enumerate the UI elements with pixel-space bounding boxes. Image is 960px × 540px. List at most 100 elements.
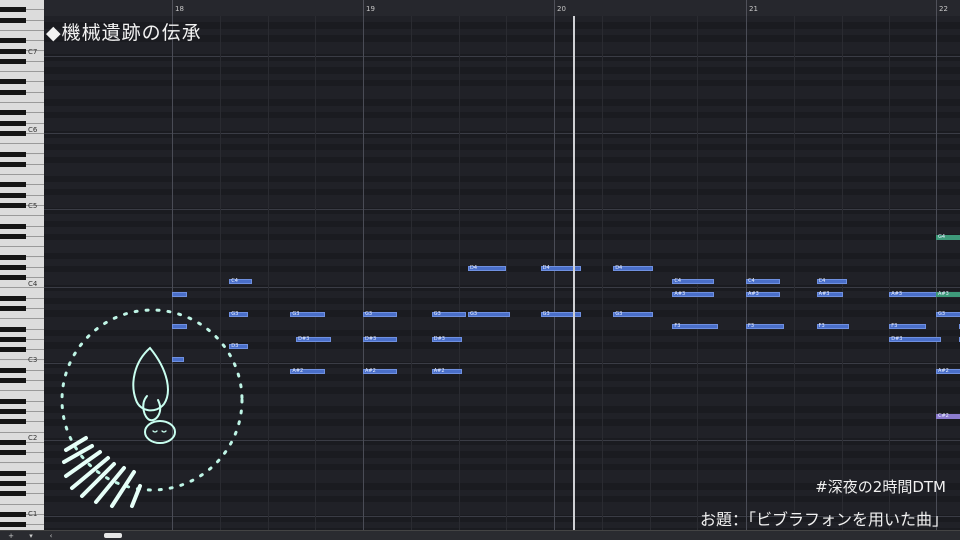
bar-number: 20 <box>557 5 566 13</box>
black-key[interactable] <box>0 38 26 44</box>
black-key[interactable] <box>0 409 26 414</box>
note-label: C4 <box>748 278 755 284</box>
black-key[interactable] <box>0 378 26 384</box>
octave-gridline <box>44 56 960 57</box>
note-label: F3 <box>748 323 755 329</box>
beat-gridline <box>793 16 795 530</box>
beat-gridline <box>458 16 460 530</box>
black-key[interactable] <box>0 481 26 487</box>
note-label: D#3 <box>433 336 445 342</box>
bar-gridline <box>936 16 937 530</box>
theme-caption: お題：「ビブラフォンを用いた曲」 <box>699 510 948 529</box>
bar-number: 22 <box>939 5 948 13</box>
note-label: A#3 <box>748 291 759 297</box>
black-key[interactable] <box>0 17 26 23</box>
black-key[interactable] <box>0 295 26 301</box>
black-key[interactable] <box>0 110 26 116</box>
bar-ruler[interactable]: 18 19 20 21 22 <box>44 0 960 17</box>
black-key[interactable] <box>0 512 26 517</box>
black-key[interactable] <box>0 336 26 342</box>
octave-label: C2 <box>28 434 38 442</box>
bar-tick <box>172 0 173 16</box>
bar-number: 19 <box>366 5 375 13</box>
scroll-left-button[interactable]: ‹ <box>46 532 56 540</box>
note-label: A#3 <box>674 291 686 297</box>
horizontal-scrollbar-thumb[interactable] <box>104 533 122 538</box>
black-key[interactable] <box>0 203 26 208</box>
octave-label: C7 <box>28 48 38 56</box>
note-label: C4 <box>674 278 682 284</box>
black-key[interactable] <box>0 367 26 373</box>
zoom-in-button[interactable]: + <box>6 532 16 540</box>
note-label: D#3 <box>891 336 903 342</box>
note-label: G3 <box>938 311 946 317</box>
piano-roll-window: C7 C6 C5 C4 C3 C2 C1 18 19 20 21 22 C4 G3 D3 G3 D#3 A#2… <box>0 0 960 540</box>
bar-gridline <box>363 16 364 530</box>
bar-tick <box>746 0 747 16</box>
note-label: D4 <box>470 265 478 271</box>
bar-tick <box>554 0 555 16</box>
octave-label: C5 <box>28 202 38 210</box>
black-key[interactable] <box>0 58 26 64</box>
beat-gridline <box>841 16 843 530</box>
bar-number: 21 <box>749 5 758 13</box>
bar-gridline <box>554 16 555 530</box>
black-key[interactable] <box>0 182 26 188</box>
black-key[interactable] <box>0 439 26 445</box>
black-key[interactable] <box>0 470 26 476</box>
black-key[interactable] <box>0 151 26 157</box>
black-key[interactable] <box>0 522 26 528</box>
black-key[interactable] <box>0 7 26 13</box>
black-key[interactable] <box>0 450 26 456</box>
black-key[interactable] <box>0 275 26 281</box>
black-key[interactable] <box>0 120 26 126</box>
note-label: G3 <box>542 311 550 317</box>
beat-gridline <box>697 16 699 530</box>
black-key[interactable] <box>0 233 26 239</box>
octave-label: C4 <box>28 280 38 288</box>
note-label: A#3 <box>818 291 830 297</box>
black-key[interactable] <box>0 223 26 229</box>
note-label: D#3 <box>298 336 310 342</box>
dotted-ring <box>60 308 244 492</box>
black-key[interactable] <box>0 130 26 136</box>
piano-keyboard[interactable]: C7 C6 C5 C4 C3 C2 C1 <box>0 0 45 530</box>
note-label: A#3 <box>938 291 949 297</box>
song-title: ◆機械遺跡の伝承 <box>46 22 202 44</box>
playhead[interactable] <box>573 16 575 530</box>
note-label: G3 <box>615 311 623 317</box>
octave-label: C6 <box>28 126 38 134</box>
note-label: G3 <box>470 311 478 317</box>
black-key[interactable] <box>0 347 26 353</box>
octave-label: C3 <box>28 356 38 364</box>
bar-number: 18 <box>175 5 184 13</box>
note-label: F3 <box>891 323 898 329</box>
note-label: D4 <box>542 265 550 271</box>
black-key[interactable] <box>0 254 26 260</box>
note-label: C4 <box>818 278 826 284</box>
black-key[interactable] <box>0 89 26 95</box>
black-key[interactable] <box>0 419 26 425</box>
black-key[interactable] <box>0 491 26 497</box>
beat-gridline <box>889 16 891 530</box>
beat-gridline <box>649 16 651 530</box>
black-key[interactable] <box>0 48 26 54</box>
black-key[interactable] <box>0 161 26 167</box>
beat-gridline <box>315 16 317 530</box>
note-label: D#3 <box>365 336 377 342</box>
note-label: A#2 <box>433 368 445 374</box>
black-key[interactable] <box>0 79 26 85</box>
beat-gridline <box>601 16 603 530</box>
note-label: G3 <box>433 311 441 317</box>
black-key[interactable] <box>0 398 26 404</box>
zoom-menu-button[interactable]: ▾ <box>26 532 36 540</box>
note-label: A#3 <box>891 291 903 297</box>
black-key[interactable] <box>0 326 26 332</box>
note-label: C#2 <box>938 413 949 419</box>
black-key[interactable] <box>0 264 26 270</box>
black-key[interactable] <box>0 192 26 198</box>
note-label: F3 <box>674 323 681 329</box>
black-key[interactable] <box>0 306 26 311</box>
note-label: G3 <box>292 311 300 317</box>
midi-note[interactable] <box>172 292 188 297</box>
